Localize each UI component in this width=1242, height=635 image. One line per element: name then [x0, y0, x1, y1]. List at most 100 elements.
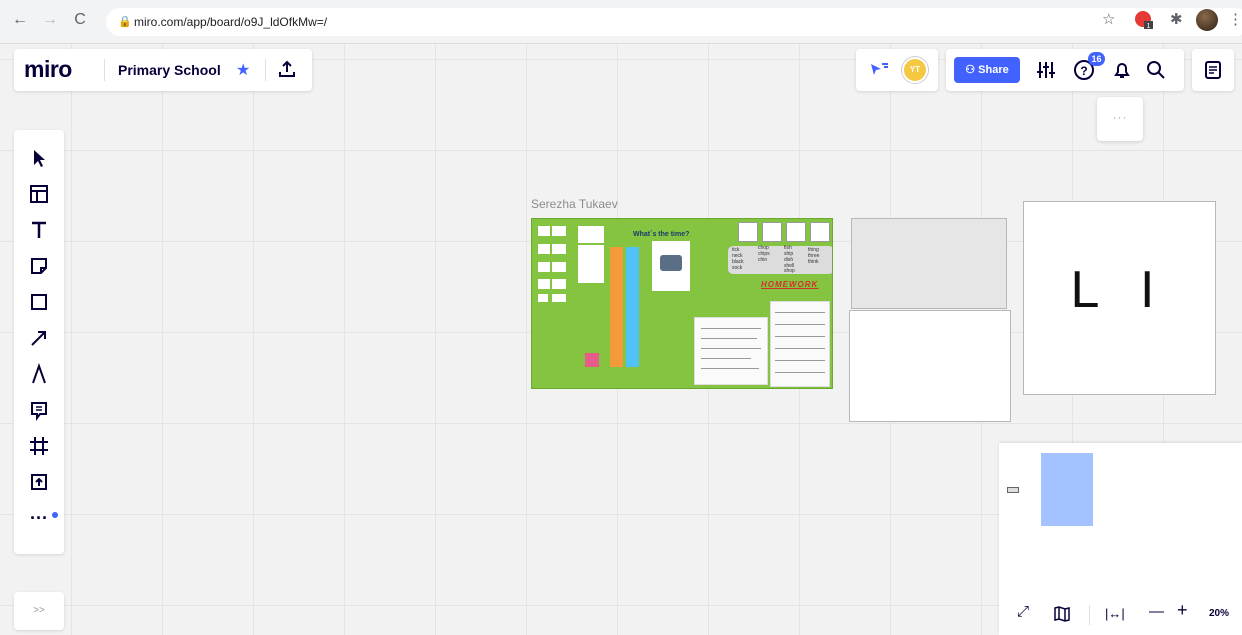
miro-logo[interactable]: miro — [24, 56, 72, 83]
cursor-icon[interactable] — [868, 60, 890, 80]
bell-icon[interactable] — [1110, 58, 1134, 82]
card[interactable] — [538, 244, 550, 254]
word: think — [808, 259, 819, 265]
sticky-note[interactable] — [585, 353, 599, 367]
browser-toolbar: ← → C 🔒 miro.com/app/board/o9J_ldOfkMw=/… — [0, 0, 1242, 44]
card[interactable] — [538, 279, 550, 289]
text-line — [775, 348, 825, 349]
avatar[interactable]: YT — [902, 57, 928, 83]
templates-tool[interactable] — [27, 182, 51, 206]
fit-screen-icon[interactable]: ⤢ — [1017, 603, 1029, 620]
upload-icon[interactable] — [276, 58, 298, 80]
card[interactable] — [538, 294, 548, 302]
notes-panel[interactable] — [1192, 49, 1234, 91]
card[interactable] — [538, 262, 550, 272]
text-line — [775, 324, 825, 325]
bookmark-star-icon[interactable]: ☆ — [1102, 10, 1115, 28]
cursor-arrow-icon — [34, 150, 45, 167]
card[interactable] — [552, 244, 566, 254]
reload-icon[interactable]: C — [70, 11, 90, 29]
arrow-diagonal-icon — [31, 331, 46, 346]
minimap[interactable]: ⤢ |↔| — + 20% — [999, 443, 1242, 635]
profile-avatar[interactable] — [1196, 9, 1218, 31]
picture — [660, 255, 682, 271]
card[interactable] — [552, 226, 566, 236]
pen-icon — [32, 362, 46, 384]
text-line — [701, 348, 761, 349]
card[interactable] — [578, 245, 604, 283]
author-label: Serezha Tukaev — [531, 197, 618, 211]
more-tools-button[interactable]: ··· — [27, 506, 51, 530]
homework-label: HOMEWORK — [761, 280, 819, 289]
select-tool[interactable] — [27, 146, 51, 170]
upload-tool[interactable] — [27, 470, 51, 494]
forward-icon[interactable]: → — [40, 11, 60, 29]
people-icon: ⚇ — [965, 64, 979, 76]
share-label: Share — [978, 64, 1009, 76]
text-line — [775, 312, 825, 313]
card[interactable] — [552, 279, 566, 289]
arrow-tool[interactable] — [27, 326, 51, 350]
comment-tool[interactable] — [27, 398, 51, 422]
worksheet[interactable] — [694, 317, 768, 385]
picture-card[interactable] — [738, 222, 758, 242]
green-frame[interactable]: What`s the time? tick chop fish thing ne… — [531, 218, 833, 389]
text-tool[interactable] — [27, 218, 51, 242]
sticky-note-tool[interactable] — [27, 254, 51, 278]
picture-card[interactable] — [810, 222, 830, 242]
address-bar[interactable]: 🔒 miro.com/app/board/o9J_ldOfkMw=/ — [106, 8, 1242, 36]
extension-badge: 1 — [1147, 23, 1151, 30]
word-list[interactable]: tick chop fish thing neck chips ship thr… — [728, 246, 832, 274]
collaborators-panel: YT — [856, 49, 938, 91]
card[interactable] — [552, 294, 566, 302]
text-line — [775, 360, 825, 361]
pen-tool[interactable] — [27, 362, 51, 386]
puzzle-icon[interactable]: ✱ — [1170, 10, 1183, 28]
word: chin — [758, 257, 768, 263]
shape-tool[interactable] — [27, 290, 51, 314]
white-frame[interactable] — [849, 310, 1011, 422]
zoom-in-button[interactable]: + — [1177, 600, 1188, 621]
orange-column[interactable] — [610, 247, 623, 367]
expand-panel-button[interactable]: >> — [14, 592, 64, 630]
card[interactable] — [578, 226, 604, 243]
grey-frame[interactable] — [851, 218, 1007, 309]
url-text: miro.com/app/board/o9J_ldOfkMw=/ — [134, 15, 328, 29]
card[interactable] — [538, 226, 550, 236]
map-icon[interactable] — [1053, 605, 1071, 623]
help-badge: 16 — [1088, 52, 1105, 66]
card[interactable] — [552, 262, 566, 272]
big-text: L I — [1070, 261, 1169, 319]
kebab-menu-icon[interactable]: ⋮ — [1228, 10, 1242, 28]
notification-dot — [52, 512, 58, 518]
minimap-viewport[interactable] — [1041, 453, 1093, 526]
text-line — [775, 372, 825, 373]
picture-card[interactable] — [786, 222, 806, 242]
search-icon[interactable] — [1144, 58, 1168, 82]
board-title[interactable]: Primary School — [118, 62, 221, 78]
settings-sliders-icon[interactable] — [1034, 58, 1058, 82]
text-line — [775, 336, 825, 337]
extension-icon[interactable]: 1 — [1134, 10, 1154, 30]
square-icon — [31, 294, 47, 310]
fit-width-icon[interactable]: |↔| — [1105, 606, 1125, 621]
text-icon — [32, 221, 46, 238]
upload-box-icon — [31, 474, 47, 490]
back-icon[interactable]: ← — [10, 11, 30, 29]
zoom-out-button[interactable]: — — [1149, 603, 1164, 620]
picture-card[interactable] — [762, 222, 782, 242]
divider — [1089, 605, 1090, 625]
letter-frame[interactable]: L I — [1023, 201, 1216, 395]
blue-column[interactable] — [626, 247, 639, 367]
worksheet[interactable] — [770, 301, 830, 387]
svg-text:?: ? — [1080, 64, 1087, 78]
lock-icon: 🔒 — [118, 16, 132, 28]
text-line — [701, 328, 761, 329]
sticky-note-icon — [31, 258, 47, 274]
share-button[interactable]: ⚇ Share — [954, 57, 1020, 83]
zoom-level[interactable]: 20% — [1209, 608, 1229, 619]
star-icon[interactable]: ★ — [236, 60, 250, 80]
frame-tool[interactable] — [27, 434, 51, 458]
word: sock — [732, 265, 743, 271]
more-menu-button[interactable]: ··· — [1097, 97, 1143, 141]
